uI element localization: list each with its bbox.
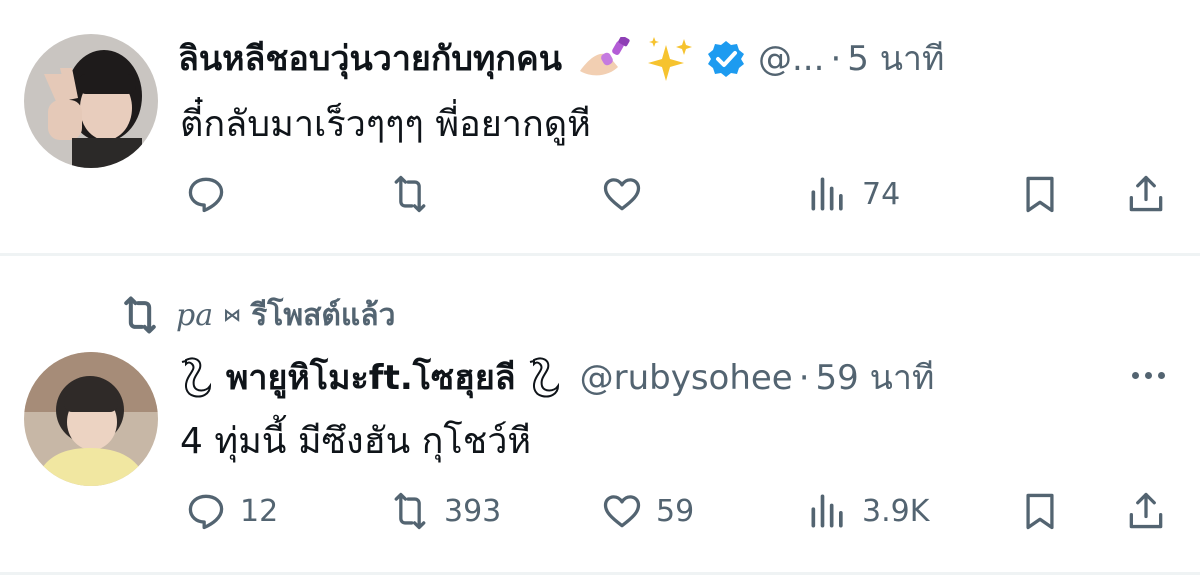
display-name[interactable]: พายูหิโมะft.โซฮุยลี — [226, 353, 516, 403]
action-bar: 74 — [0, 164, 1200, 224]
handle[interactable]: @... — [758, 34, 824, 84]
repost-count: 393 — [444, 493, 502, 529]
tweet-text: 4 ทุ่มนี้ มีซึงฮัน กุโชว์หี — [180, 421, 532, 462]
tweet-2[interactable]: pa ⋈ รีโพสต์แล้ว พายูหิโมะft.โซฮุยลี @ru… — [0, 256, 1200, 572]
repost-button[interactable]: 393 — [388, 481, 501, 541]
share-icon — [1129, 492, 1163, 529]
avatar[interactable] — [24, 352, 158, 486]
avatar[interactable] — [24, 34, 158, 168]
action-bar: 12 393 59 3.9K — [0, 481, 1200, 541]
sparkles-emoji — [646, 37, 694, 81]
swan-icon — [180, 356, 216, 400]
tweet-header: พายูหิโมะft.โซฮุยลี @rubysohee · 59 นาที — [180, 353, 934, 403]
tweet-header: ลินหลีชอบวุ่นวายกับทุกคน @... · 5 นาที — [178, 34, 944, 84]
reply-icon — [188, 177, 224, 213]
views-button[interactable]: 74 — [806, 164, 900, 224]
separator: · — [830, 39, 842, 79]
avatar-photo — [24, 34, 158, 168]
share-icon — [1129, 175, 1163, 212]
tweet-text: ตี๋กลับมาเร็วๆๆๆ พี่อยากดูหี — [180, 104, 591, 145]
repost-button[interactable] — [388, 164, 444, 224]
separator: · — [798, 358, 810, 398]
more-dot — [1158, 372, 1165, 379]
views-count: 3.9K — [862, 493, 930, 529]
reply-count: 12 — [240, 493, 279, 529]
reposter-name: pa — [176, 297, 214, 333]
heart-icon — [603, 178, 641, 211]
views-icon — [811, 177, 843, 211]
views-icon — [811, 494, 843, 528]
divider — [0, 572, 1200, 575]
more-options-button[interactable] — [1132, 372, 1165, 379]
heart-icon — [603, 495, 641, 528]
more-dot — [1145, 372, 1152, 379]
timestamp[interactable]: 5 นาที — [847, 34, 944, 84]
swan-icon — [528, 356, 564, 400]
bookmark-icon — [1026, 176, 1054, 213]
repost-icon — [394, 492, 426, 530]
share-button[interactable] — [1124, 164, 1168, 224]
bookmark-button[interactable] — [1018, 164, 1062, 224]
like-button[interactable] — [600, 164, 656, 224]
avatar-photo — [24, 352, 158, 486]
tweet-1[interactable]: ลินหลีชอบวุ่นวายกับทุกคน @... · 5 นาที ต… — [0, 0, 1200, 253]
timestamp[interactable]: 59 นาที — [816, 353, 935, 403]
display-name[interactable]: ลินหลีชอบวุ่นวายกับทุกคน — [178, 34, 562, 84]
reply-icon — [188, 494, 224, 530]
verified-badge-icon[interactable] — [706, 39, 746, 79]
repost-indicator[interactable]: pa ⋈ รีโพสต์แล้ว — [118, 292, 395, 338]
reply-button[interactable]: 12 — [184, 481, 278, 541]
repost-icon — [124, 296, 156, 334]
nail-polish-emoji — [574, 37, 634, 81]
repost-icon — [394, 175, 426, 213]
more-dot — [1132, 372, 1139, 379]
share-button[interactable] — [1124, 481, 1168, 541]
like-count: 59 — [656, 493, 695, 529]
views-button[interactable]: 3.9K — [806, 481, 929, 541]
bookmark-button[interactable] — [1018, 481, 1062, 541]
views-count: 74 — [862, 176, 901, 212]
bookmark-icon — [1026, 493, 1054, 530]
handle[interactable]: @rubysohee — [580, 353, 793, 403]
reply-button[interactable] — [184, 164, 240, 224]
like-button[interactable]: 59 — [600, 481, 694, 541]
reposter-glyph: ⋈ — [223, 304, 242, 326]
repost-label: รีโพสต์แล้ว — [251, 297, 396, 333]
